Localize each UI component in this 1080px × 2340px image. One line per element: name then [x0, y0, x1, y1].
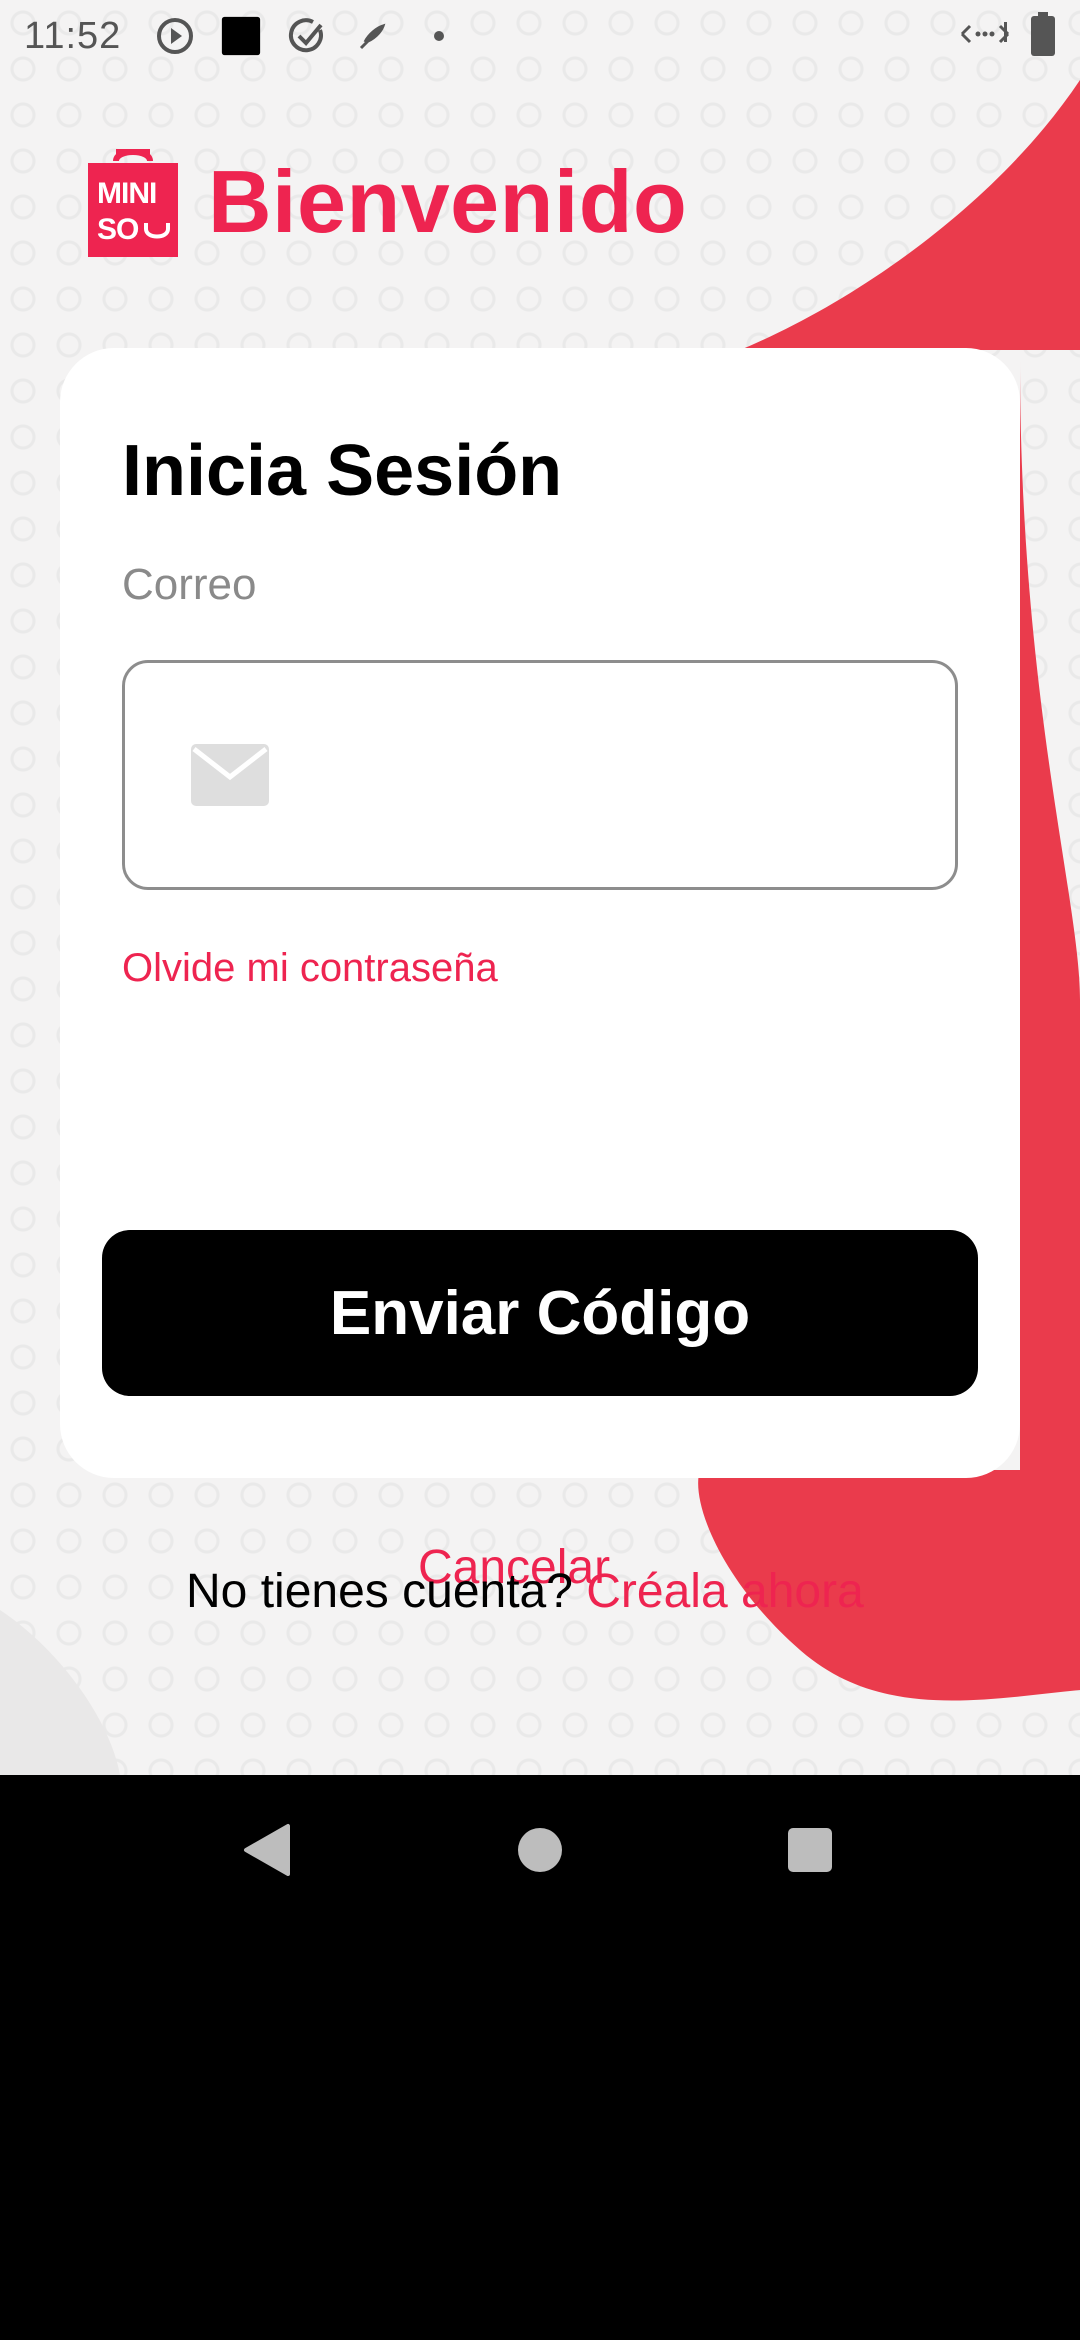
battery-icon	[1030, 11, 1056, 61]
status-bar: 11:52	[0, 0, 1080, 72]
miniso-logo: MINI SO	[88, 147, 178, 257]
logo-text-top: MINI	[97, 177, 157, 210]
no-account-text: No tienes cuenta?	[186, 1565, 587, 1618]
mail-icon	[191, 744, 269, 806]
email-input[interactable]	[269, 663, 955, 887]
check-circle-icon	[287, 16, 327, 56]
data-arrows-icon	[958, 14, 1012, 59]
play-circle-icon	[155, 16, 195, 56]
email-label: Correo	[122, 560, 257, 609]
email-field[interactable]	[122, 660, 958, 890]
send-code-button[interactable]: Enviar Código	[102, 1230, 978, 1396]
welcome-title: Bienvenido	[208, 152, 688, 251]
create-account-link[interactable]: Créala ahora	[586, 1565, 864, 1618]
home-circle-icon[interactable]	[505, 1815, 575, 1885]
feather-icon	[353, 16, 393, 56]
logo-smile-icon	[144, 223, 170, 239]
square-app-icon	[221, 16, 261, 56]
header: MINI SO Bienvenido	[88, 146, 687, 258]
status-time: 11:52	[24, 14, 122, 57]
app-screen: 11:52 MINI SO Bienvenido Inicia Sesión C…	[0, 0, 1080, 1775]
card-title: Inicia Sesión	[122, 431, 563, 511]
back-triangle-icon[interactable]	[232, 1815, 302, 1885]
dot-icon	[419, 16, 459, 56]
recents-square-icon[interactable]	[775, 1815, 845, 1885]
forgot-password-link[interactable]: Olvide mi contraseña	[122, 946, 498, 991]
signup-row: No tienes cuenta? Créala ahora	[186, 1564, 864, 1619]
logo-text-bottom: SO	[97, 213, 139, 246]
system-nav-bar	[0, 1775, 1080, 1920]
login-card: Inicia Sesión Correo Olvide mi contraseñ…	[60, 348, 1020, 1478]
